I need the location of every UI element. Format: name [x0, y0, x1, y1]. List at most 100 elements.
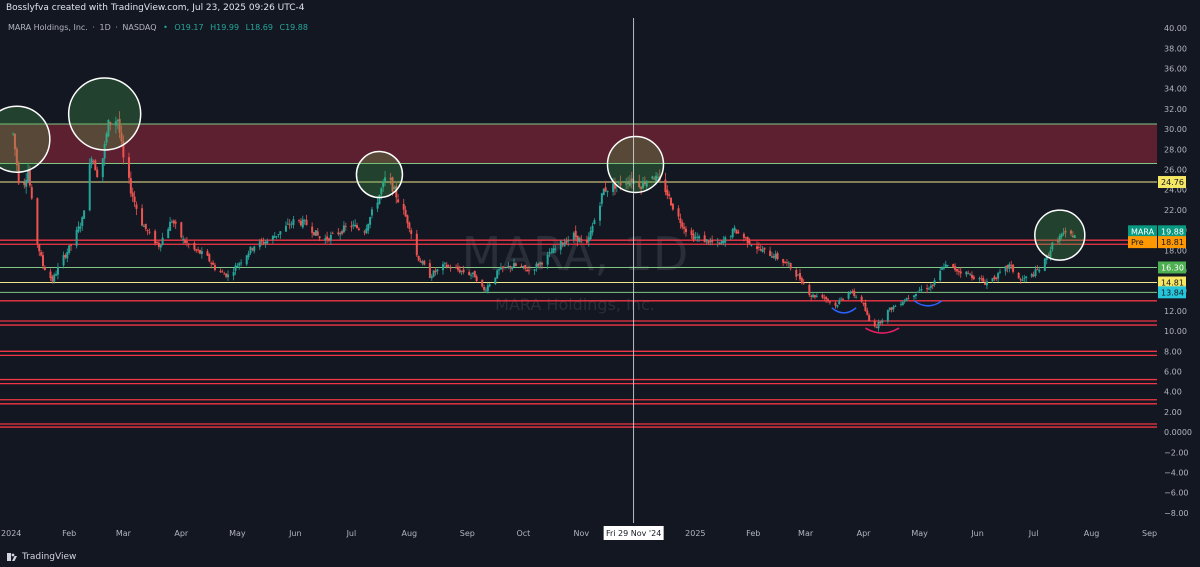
candle-body	[907, 298, 910, 299]
candle-body	[316, 231, 319, 236]
candle-body	[408, 222, 411, 229]
candle-body	[376, 202, 379, 209]
candle-body	[552, 248, 555, 253]
candle-body	[982, 278, 985, 282]
candle-body	[88, 164, 91, 211]
candle-body	[860, 296, 863, 302]
candle-body	[148, 231, 151, 233]
candle-body	[683, 226, 686, 229]
candle-body	[731, 229, 734, 238]
candle-body	[501, 266, 504, 269]
y-tick-label: 28.00	[1164, 145, 1187, 154]
candle-body	[757, 246, 760, 248]
candle-body	[565, 240, 568, 244]
candle-body	[456, 266, 459, 270]
candle-body	[301, 219, 304, 228]
candle-body	[81, 217, 84, 227]
candle-body	[223, 273, 226, 275]
footer-bar: TradingView	[0, 548, 1200, 567]
y-tick-label: 38.00	[1164, 44, 1187, 53]
candle-body	[195, 249, 198, 251]
candle-body	[703, 235, 706, 243]
candle-body	[51, 276, 54, 282]
candle-body	[664, 179, 667, 193]
candle-body	[918, 290, 921, 291]
candle-body	[812, 294, 815, 298]
candle-body	[956, 269, 959, 272]
candle-body	[1036, 268, 1039, 270]
candle-body	[507, 266, 510, 268]
y-tick-label: 34.00	[1164, 85, 1187, 94]
candle-body	[180, 222, 183, 238]
candle-body	[862, 302, 865, 305]
candle-body	[471, 272, 474, 275]
candle-body	[127, 157, 130, 178]
candle-body	[253, 246, 256, 252]
symbol-info-line: MARA Holdings, Inc. · 1D · NASDAQ • O19.…	[8, 23, 308, 32]
candle-body	[193, 242, 196, 250]
y-tick-label: 40.00	[1164, 24, 1187, 33]
candle-body	[499, 267, 502, 270]
candle-body	[55, 273, 58, 276]
candle-body	[1006, 265, 1009, 269]
candle-body	[696, 236, 699, 238]
resistance-zone	[0, 123, 1157, 164]
candle-body	[1010, 265, 1013, 267]
candle-body	[313, 232, 316, 235]
candle-body	[419, 260, 422, 263]
candle-body	[273, 236, 276, 238]
candle-body	[303, 220, 306, 222]
candle-body	[591, 225, 594, 233]
symbol-open: O19.17	[174, 23, 203, 32]
candle-body	[27, 170, 30, 182]
candle-body	[998, 271, 1001, 273]
candle-body	[305, 219, 308, 226]
candle-body	[737, 231, 740, 233]
candle-body	[750, 245, 753, 246]
candle-body	[855, 296, 858, 298]
candle-body	[875, 327, 878, 329]
candle-body	[561, 242, 564, 245]
candle-body	[197, 249, 200, 251]
candle-body	[441, 264, 444, 271]
candle-body	[447, 265, 450, 267]
candle-body	[292, 219, 295, 225]
candle-body	[28, 170, 31, 186]
candle-body	[66, 251, 69, 259]
candle-body	[486, 285, 489, 292]
candle-body	[711, 240, 714, 243]
candle-body	[129, 178, 132, 194]
candle-body	[225, 273, 228, 277]
candle-body	[759, 249, 762, 251]
badge-price: 13.84	[1161, 288, 1184, 297]
candle-body	[318, 236, 321, 239]
candle-body	[496, 270, 499, 279]
candle-body	[574, 230, 577, 238]
x-tick-label: Nov	[573, 529, 589, 538]
candle-body	[40, 252, 43, 256]
candle-body	[995, 277, 998, 280]
candle-body	[299, 221, 302, 226]
candle-body	[170, 221, 173, 223]
time-axis[interactable]: 2024 Feb Mar Apr May Jun Jul Aug Sep Oct Nov 2025 Fe…	[1, 526, 1157, 540]
candle-body	[264, 241, 267, 244]
candle-body	[436, 269, 439, 272]
candle-body	[198, 250, 201, 254]
candle-body	[785, 262, 788, 264]
y-tick-label: 30.00	[1164, 125, 1187, 134]
y-tick-label: 4.00	[1164, 388, 1182, 397]
candle-body	[677, 208, 680, 217]
price-chart[interactable]: MARA, 1D MARA Holdings, Inc. 40.0038.003…	[0, 18, 1200, 548]
y-tick-label: −6.00	[1164, 489, 1189, 498]
candle-body	[698, 236, 701, 239]
candle-body	[527, 270, 530, 272]
candle-body	[535, 263, 538, 268]
candle-body	[905, 298, 908, 302]
candle-body	[1034, 269, 1037, 276]
x-tick-label: Mar	[116, 529, 132, 538]
y-tick-label: 22.00	[1164, 206, 1187, 215]
badge-ticker: MARA	[1131, 227, 1155, 236]
candle-body	[834, 302, 837, 306]
candle-body	[357, 228, 360, 230]
candle-body	[329, 234, 332, 241]
